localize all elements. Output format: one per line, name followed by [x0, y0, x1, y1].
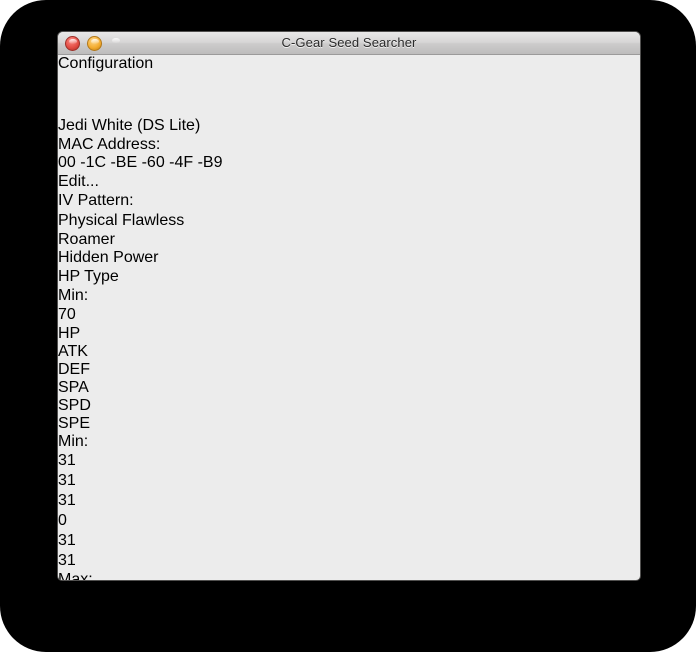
- window-content: Configuration Jedi White (DS Lite) MAC A…: [58, 55, 640, 581]
- iv-min-spd-value: 31: [58, 532, 76, 549]
- mac-address-label: MAC Address:: [58, 136, 161, 153]
- iv-pattern-value: Physical Flawless: [58, 212, 185, 229]
- hp-power-min-label: Min:: [58, 287, 89, 304]
- stat-header-spe: SPE: [58, 415, 91, 432]
- stat-header-spa: SPA: [58, 379, 89, 396]
- iv-min-atk-field[interactable]: 31: [58, 471, 93, 491]
- iv-pattern-label: IV Pattern:: [58, 192, 134, 209]
- close-button[interactable]: [65, 36, 80, 51]
- stat-header-atk: ATK: [58, 343, 88, 360]
- app-window: C-Gear Seed Searcher Configuration Jedi …: [57, 31, 641, 581]
- hp-power-min-value: 70: [58, 306, 76, 323]
- iv-min-hp-field[interactable]: 31: [58, 451, 93, 471]
- window-controls: [65, 36, 122, 51]
- stat-header-spd: SPD: [58, 397, 91, 414]
- mac-address-value: 00 -1C -BE -60 -4F -B9: [58, 154, 223, 171]
- iv-max-label: Max:: [58, 571, 93, 581]
- stat-header-hp: HP: [58, 325, 81, 342]
- roamer-label: Roamer: [58, 231, 115, 248]
- iv-pattern-popup-button[interactable]: Physical Flawless: [58, 210, 364, 231]
- window-title: C-Gear Seed Searcher: [281, 35, 417, 50]
- iv-min-spd-field[interactable]: 31: [58, 531, 93, 551]
- hp-power-min-field[interactable]: 70: [58, 305, 95, 325]
- edit-button[interactable]: Edit...: [58, 172, 114, 192]
- profile-popup-value: Jedi White (DS Lite): [58, 117, 201, 134]
- iv-min-spe-field[interactable]: 31: [58, 551, 93, 571]
- iv-min-spe-value: 31: [58, 552, 76, 569]
- minimize-button[interactable]: [87, 36, 102, 51]
- zoom-button[interactable]: [109, 36, 122, 49]
- iv-min-label: Min:: [58, 433, 89, 450]
- hp-type-value: HP Type: [58, 268, 119, 285]
- configuration-group-label: Configuration: [58, 55, 154, 72]
- iv-min-spa-value: 0: [58, 512, 67, 529]
- iv-min-atk-value: 31: [58, 472, 76, 489]
- hp-type-pulldown[interactable]: HP Type: [58, 267, 159, 287]
- iv-min-hp-value: 31: [58, 452, 76, 469]
- iv-min-def-value: 31: [58, 492, 76, 509]
- iv-min-spa-field[interactable]: 0: [58, 511, 93, 531]
- stat-header-def: DEF: [58, 361, 90, 378]
- configuration-groupbox: [58, 73, 596, 116]
- hidden-power-label: Hidden Power: [58, 249, 159, 266]
- profile-popup-button[interactable]: Jedi White (DS Lite): [58, 116, 206, 136]
- iv-min-def-field[interactable]: 31: [58, 491, 93, 511]
- window-titlebar[interactable]: C-Gear Seed Searcher: [58, 32, 640, 55]
